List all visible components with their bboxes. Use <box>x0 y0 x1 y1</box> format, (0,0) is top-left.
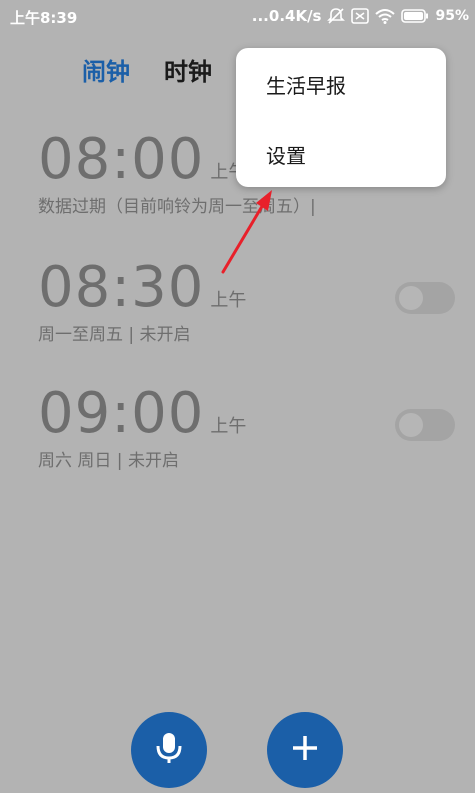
annotation-arrow-icon <box>221 190 272 274</box>
microphone-icon <box>155 731 183 769</box>
add-alarm-button[interactable] <box>267 712 343 788</box>
plus-icon <box>291 734 319 766</box>
voice-alarm-button[interactable] <box>131 712 207 788</box>
